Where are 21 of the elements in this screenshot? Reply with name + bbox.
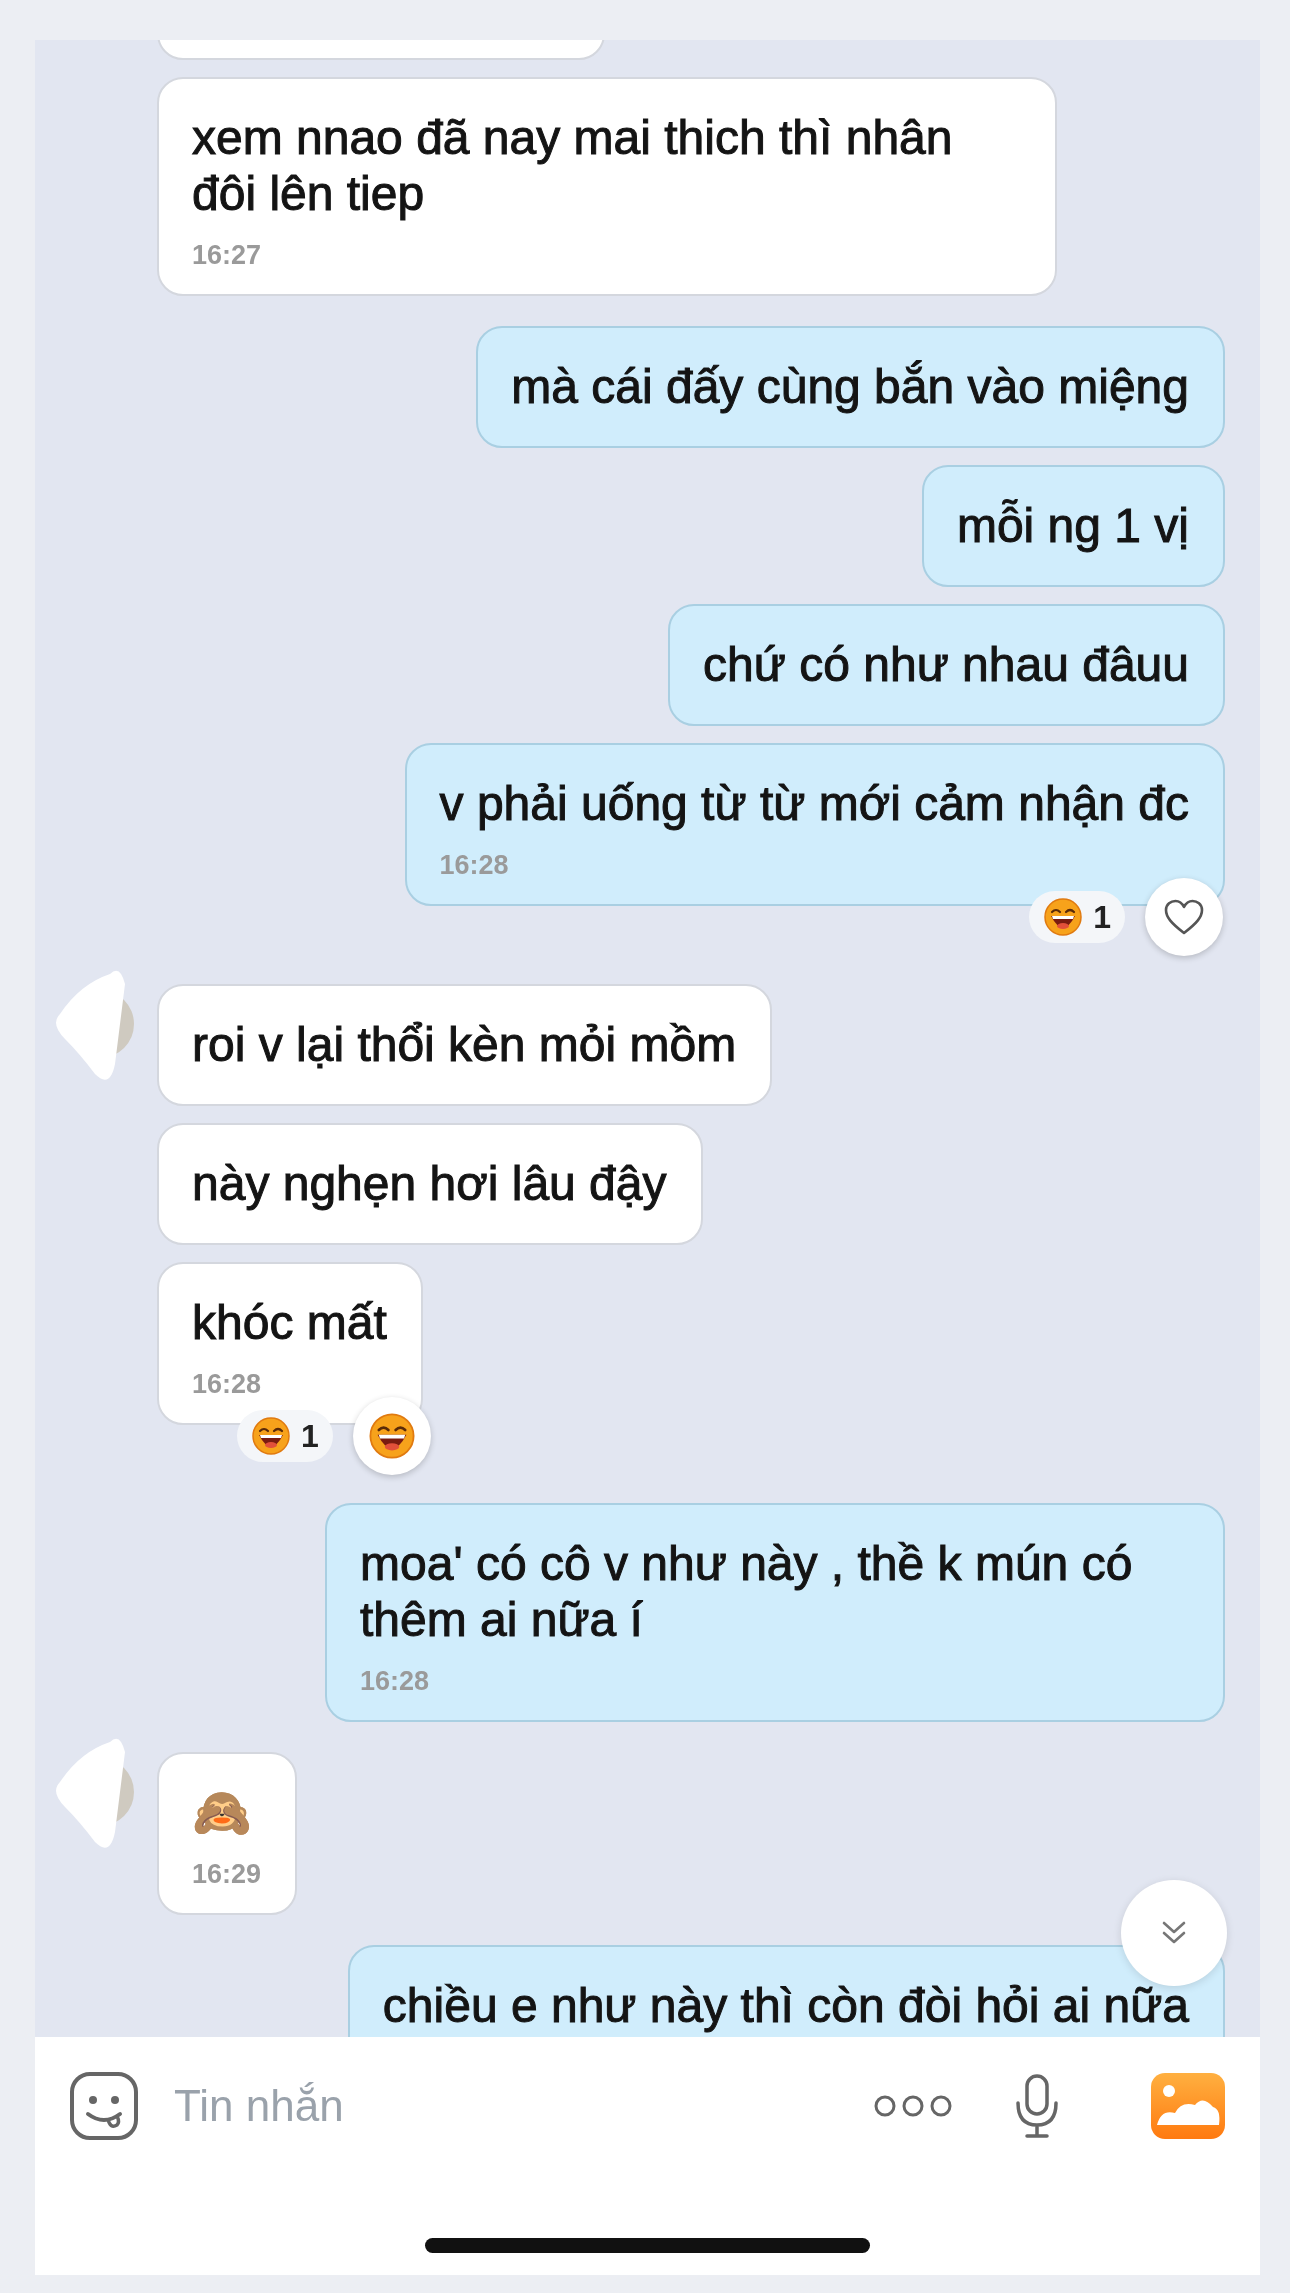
- message-text: 🙈: [192, 1785, 253, 1841]
- count-text: 1: [300, 1417, 319, 1455]
- message-time: 16:27: [192, 240, 263, 271]
- message-text: xem nnao đã nay mai thich thì nhân đôi lên tiep: [192, 110, 954, 222]
- message-time: 16:28: [439, 850, 510, 881]
- message-input[interactable]: Tin nhắn: [172, 2080, 873, 2132]
- message-text: chứ có như nhau đâuu: [703, 637, 1189, 693]
- message-time: 16:29: [192, 1859, 262, 1890]
- message-text: mỗi ng 1 vị: [956, 498, 1189, 554]
- count-text: 1: [1093, 898, 1111, 936]
- message-text: roi v lại thổi kèn mỏi mồm: [192, 1017, 737, 1073]
- message-time: 16:28: [192, 1369, 263, 1400]
- reaction-count[interactable]: 1: [236, 1410, 333, 1462]
- message-text: khóc mất: [192, 1295, 387, 1351]
- message-text: chiều e như này thì còn đòi hỏi ai nữa: [382, 1978, 1189, 2034]
- message-text: mà cái đấy cùng bắn vào miệng: [511, 359, 1189, 415]
- message-time: 16:28: [360, 1666, 431, 1697]
- message-text: v phải uống từ từ mới cảm nhận đc: [439, 776, 1189, 832]
- message-text: này nghẹn hơi lâu đậy: [192, 1156, 667, 1212]
- reaction-count[interactable]: 1: [1029, 891, 1125, 943]
- message-text: moa' có cô v như này , thề k mún có thêm ai nữa í: [360, 1536, 1134, 1648]
